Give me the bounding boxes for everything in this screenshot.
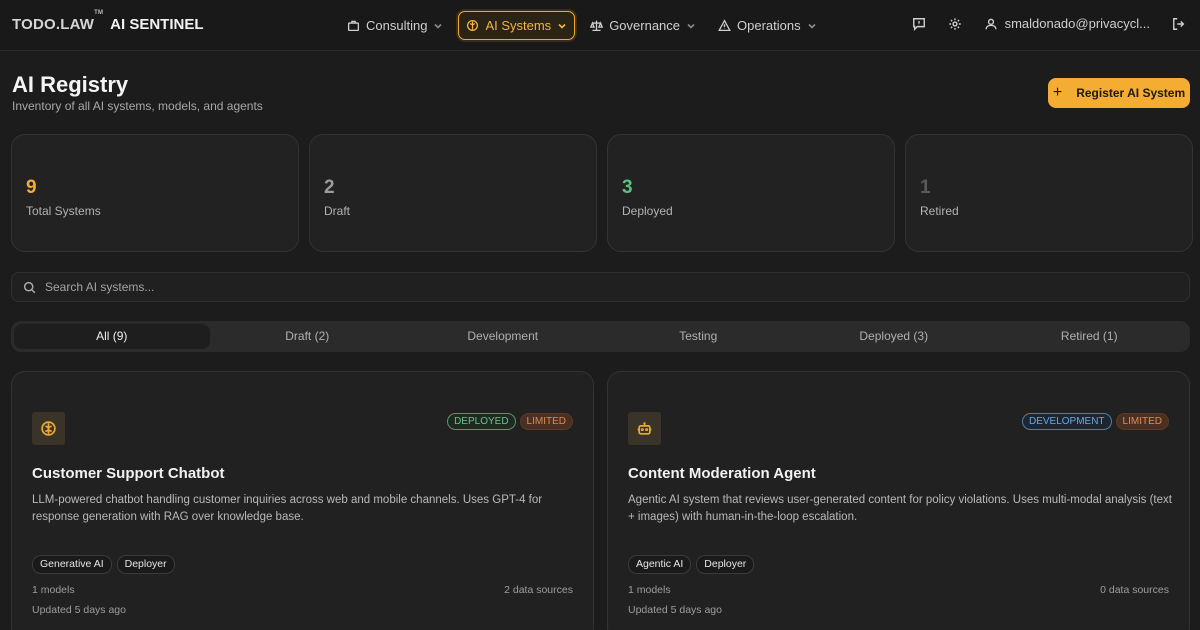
tag: Generative AI <box>32 555 112 574</box>
page-title: AI Registry <box>12 72 129 97</box>
stat-card-draft: 2 Draft <box>309 134 597 252</box>
risk-badge: LIMITED <box>519 413 573 430</box>
system-title: Content Moderation Agent <box>628 465 816 482</box>
data-sources-count: 0 data sources <box>1100 584 1169 596</box>
risk-badge: LIMITED <box>1115 413 1169 430</box>
search-bar[interactable] <box>11 272 1190 302</box>
updated-timestamp: Updated 5 days ago <box>32 604 126 616</box>
search-input[interactable] <box>45 280 645 294</box>
nav-ai-systems[interactable]: AI Systems <box>458 11 576 40</box>
stat-value: 3 <box>622 177 633 198</box>
search-icon <box>23 281 36 293</box>
models-count: 1 models <box>628 584 671 596</box>
settings-icon[interactable] <box>948 17 962 31</box>
user-controls: smaldonado@privacycl... <box>912 16 1186 31</box>
tab-deployed[interactable]: Deployed (3) <box>796 324 992 349</box>
chevron-down-icon <box>434 23 443 29</box>
updated-timestamp: Updated 5 days ago <box>628 604 722 616</box>
stat-label: Retired <box>920 204 959 218</box>
tab-all[interactable]: All (9) <box>14 324 210 349</box>
user-email: smaldonado@privacycl... <box>1004 16 1150 31</box>
tag: Deployer <box>696 555 755 574</box>
stat-label: Deployed <box>622 204 673 218</box>
product-name: AI SENTINEL <box>110 16 204 33</box>
system-card-content-moderation-agent[interactable]: DEVELOPMENT LIMITED Content Moderation A… <box>607 371 1190 630</box>
tab-draft[interactable]: Draft (2) <box>210 324 406 349</box>
top-navigation-bar: TODO.LAW TM AI SENTINEL Consulting AI Sys… <box>0 0 1200 51</box>
chevron-down-icon <box>558 23 566 29</box>
system-description: Agentic AI system that reviews user-gene… <box>628 494 1172 523</box>
scale-icon <box>590 20 604 32</box>
system-title: Customer Support Chatbot <box>32 465 225 482</box>
nav-governance[interactable]: Governance <box>583 11 703 40</box>
stat-value: 9 <box>26 177 37 198</box>
tab-development[interactable]: Development <box>405 324 601 349</box>
brand-logo[interactable]: TODO.LAW TM AI SENTINEL <box>12 10 204 33</box>
bot-icon <box>628 412 661 445</box>
stat-card-retired: 1 Retired <box>905 134 1193 252</box>
tab-retired[interactable]: Retired (1) <box>992 324 1188 349</box>
badge-group: DEPLOYED LIMITED <box>447 413 573 430</box>
brain-icon <box>32 412 65 445</box>
stats-row: 9 Total Systems 2 Draft 3 Deployed 1 Ret… <box>11 134 1193 252</box>
status-badge: DEPLOYED <box>447 413 516 430</box>
feedback-icon[interactable] <box>912 17 926 31</box>
main-nav: Consulting AI Systems Governance Operati… <box>340 11 824 40</box>
nav-consulting[interactable]: Consulting <box>340 11 450 40</box>
system-description: LLM-powered chatbot handling customer in… <box>32 494 543 523</box>
tag-group: Generative AI Deployer <box>32 555 175 574</box>
logout-icon[interactable] <box>1172 17 1186 31</box>
user-menu[interactable]: smaldonado@privacycl... <box>984 16 1150 31</box>
stat-card-deployed: 3 Deployed <box>607 134 895 252</box>
nav-operations[interactable]: Operations <box>711 11 824 40</box>
page-subtitle: Inventory of all AI systems, models, and… <box>12 99 263 113</box>
briefcase-icon <box>347 20 360 32</box>
badge-group: DEVELOPMENT LIMITED <box>1021 413 1169 430</box>
status-badge: DEVELOPMENT <box>1021 413 1112 430</box>
brand-name: TODO.LAW TM <box>12 10 104 33</box>
tag-group: Agentic AI Deployer <box>628 555 755 574</box>
stat-card-total: 9 Total Systems <box>11 134 299 252</box>
plus-icon: + <box>1052 84 1063 101</box>
warning-icon <box>718 19 731 32</box>
status-tabs: All (9) Draft (2) Development Testing De… <box>11 321 1190 352</box>
register-ai-system-button[interactable]: + Register AI System <box>1048 78 1190 108</box>
tag: Deployer <box>116 555 175 574</box>
models-count: 1 models <box>32 584 75 596</box>
brain-icon <box>467 19 479 32</box>
stat-label: Draft <box>324 204 351 218</box>
chevron-down-icon <box>687 23 695 29</box>
stat-label: Total Systems <box>26 204 101 218</box>
tab-testing[interactable]: Testing <box>601 324 797 349</box>
stat-value: 2 <box>324 177 335 198</box>
user-icon <box>985 18 997 29</box>
chevron-down-icon <box>808 23 816 29</box>
tag: Agentic AI <box>628 555 692 574</box>
system-card-customer-support-chatbot[interactable]: DEPLOYED LIMITED Customer Support Chatbo… <box>11 371 594 630</box>
data-sources-count: 2 data sources <box>504 584 573 596</box>
stat-value: 1 <box>920 177 931 198</box>
